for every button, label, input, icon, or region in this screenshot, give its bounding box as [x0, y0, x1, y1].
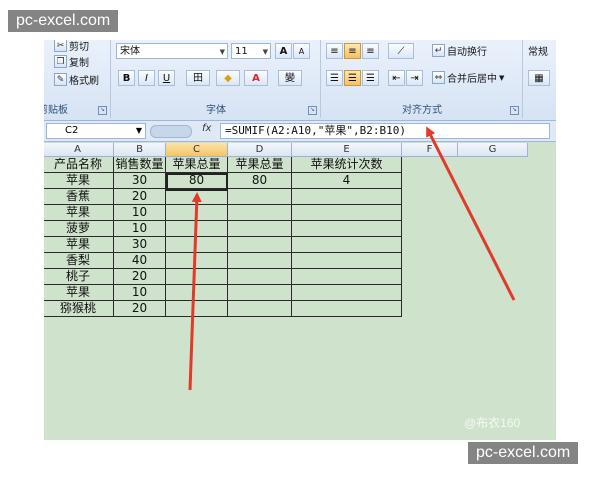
- arrow-to-result-cell: [188, 192, 202, 391]
- annotation-arrows: [188, 126, 516, 391]
- watermark-bottom: pc-excel.com: [468, 442, 579, 464]
- arrow-to-formula: [426, 126, 516, 301]
- watermark-top: pc-excel.com: [8, 10, 119, 32]
